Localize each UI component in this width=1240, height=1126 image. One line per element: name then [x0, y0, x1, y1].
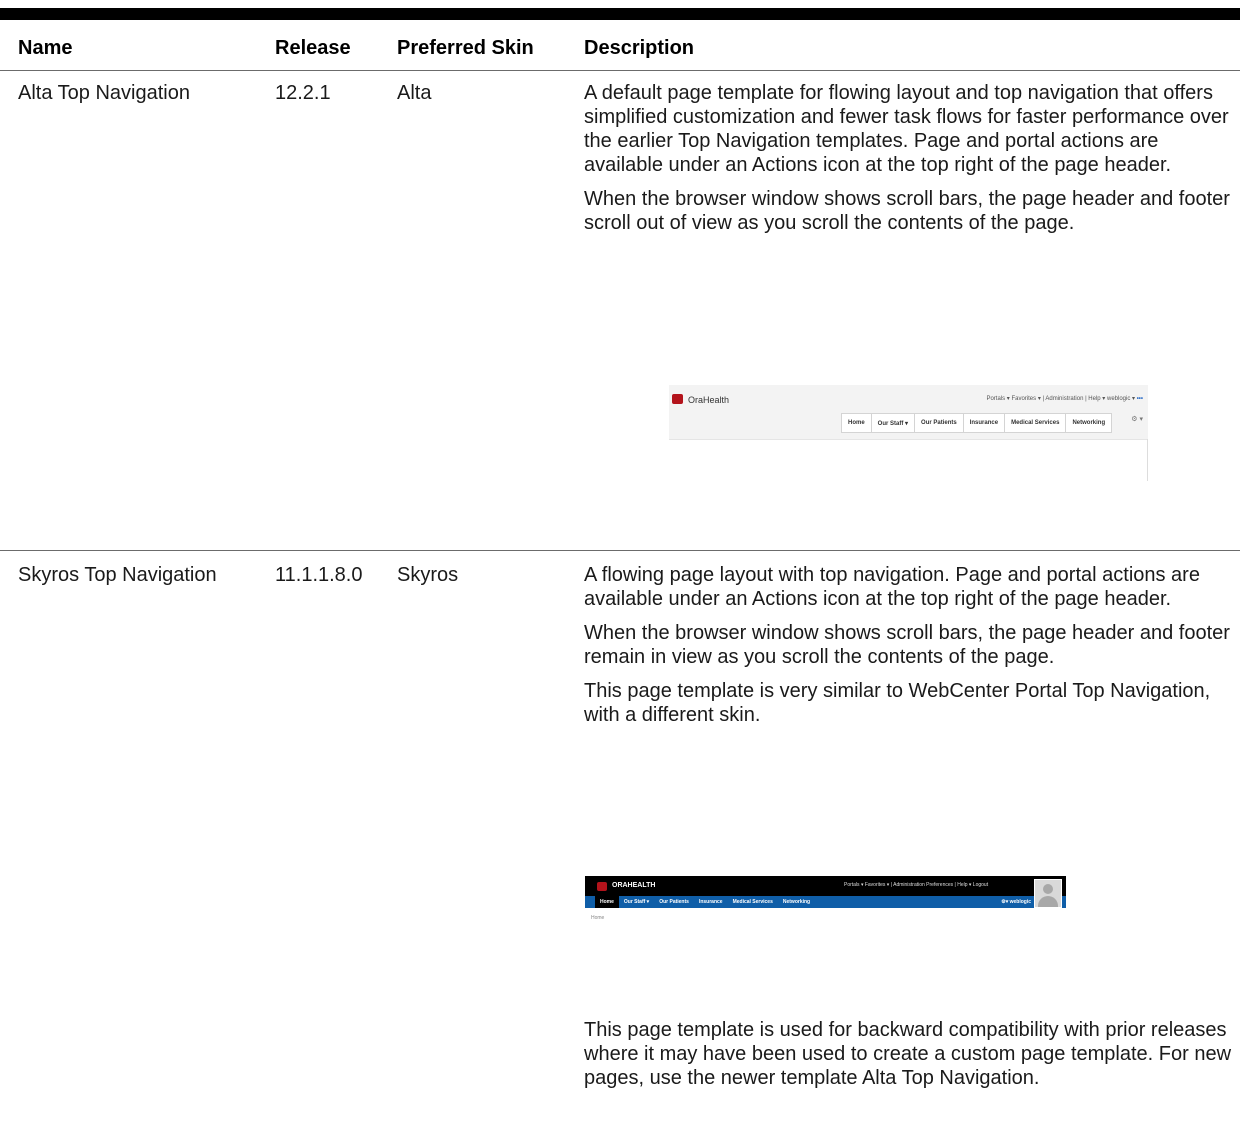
skyros-template-screenshot: ORAHEALTH Portals ▾ Favorites ▾ | Admini…	[585, 876, 1066, 926]
nav-tab-insurance: Insurance	[962, 413, 1005, 433]
screenshot-nav-tabs: Home Our Staff ▾ Our Patients Insurance …	[841, 413, 1113, 433]
row-alta-name: Alta Top Navigation	[18, 82, 190, 104]
utility-text: Portals ▾ Favorites ▾ | Administration |…	[986, 396, 1136, 402]
avatar	[1034, 879, 1062, 908]
nav-tab-medical-services: Medical Services	[1004, 413, 1066, 433]
alta-template-screenshot: OraHealth Portals ▾ Favorites ▾ | Admini…	[669, 385, 1148, 481]
screenshot-brand: OraHealth	[688, 395, 730, 405]
nav-tab-insurance: Insurance	[698, 899, 723, 905]
nav-tab-our-staff: Our Staff ▾	[870, 413, 915, 433]
row-alta-release: 12.2.1	[275, 82, 331, 104]
screenshot-utility-links: Portals ▾ Favorites ▾ | Administration P…	[844, 882, 989, 888]
table-top-rule	[0, 8, 1240, 20]
row-alta-skin: Alta	[397, 82, 432, 104]
row-skyros-note: This page template is used for backward …	[584, 1018, 1240, 1100]
row-skyros-skin: Skyros	[397, 564, 459, 586]
description-paragraph: When the browser window shows scroll bar…	[584, 188, 1230, 234]
screenshot-brand: ORAHEALTH	[612, 882, 656, 889]
nav-tab-medical-services: Medical Services	[732, 899, 773, 905]
screenshot-nav-bar: Home Our Staff ▾ Our Patients Insurance …	[585, 896, 1066, 908]
column-header-preferred-skin: Preferred Skin	[397, 37, 534, 59]
column-header-description: Description	[584, 37, 695, 59]
row-rule	[0, 550, 1240, 551]
screenshot-content-edge	[1147, 439, 1148, 481]
description-paragraph: When the browser window shows scroll bar…	[584, 622, 1230, 668]
orahealth-logo-icon	[597, 882, 607, 891]
description-paragraph: A default page template for flowing layo…	[584, 82, 1229, 176]
nav-tab-our-patients: Our Patients	[914, 413, 963, 433]
screenshot-user-menu: ⚙▾ weblogic	[1001, 899, 1031, 905]
row-skyros-description: A flowing page layout with top navigatio…	[584, 563, 1240, 737]
header-rule	[0, 70, 1240, 71]
screenshot-content-top	[669, 439, 1148, 440]
description-paragraph: This page template is very similar to We…	[584, 680, 1211, 726]
nav-tab-networking: Networking	[1065, 413, 1113, 433]
nav-tab-our-patients: Our Patients	[659, 899, 689, 905]
screenshot-utility-links: Portals ▾ Favorites ▾ | Administration |…	[986, 395, 1143, 402]
breadcrumb: Home	[591, 915, 605, 921]
nav-tab-home: Home	[595, 896, 619, 908]
nav-tab-networking: Networking	[782, 899, 811, 905]
row-skyros-release: 11.1.1.8.0	[275, 564, 363, 586]
actions-ellipsis-icon: •••	[1136, 396, 1143, 402]
description-paragraph: This page template is used for backward …	[584, 1019, 1232, 1089]
description-paragraph: A flowing page layout with top navigatio…	[584, 564, 1200, 610]
row-skyros-name: Skyros Top Navigation	[18, 564, 217, 586]
nav-tab-our-staff: Our Staff ▾	[623, 899, 650, 905]
row-alta-description: A default page template for flowing layo…	[584, 81, 1240, 245]
nav-tab-home: Home	[841, 413, 871, 433]
orahealth-logo-icon	[672, 394, 683, 404]
column-header-name: Name	[18, 37, 73, 59]
column-header-release: Release	[275, 37, 351, 59]
gear-icon: ⚙ ▾	[1131, 416, 1143, 423]
